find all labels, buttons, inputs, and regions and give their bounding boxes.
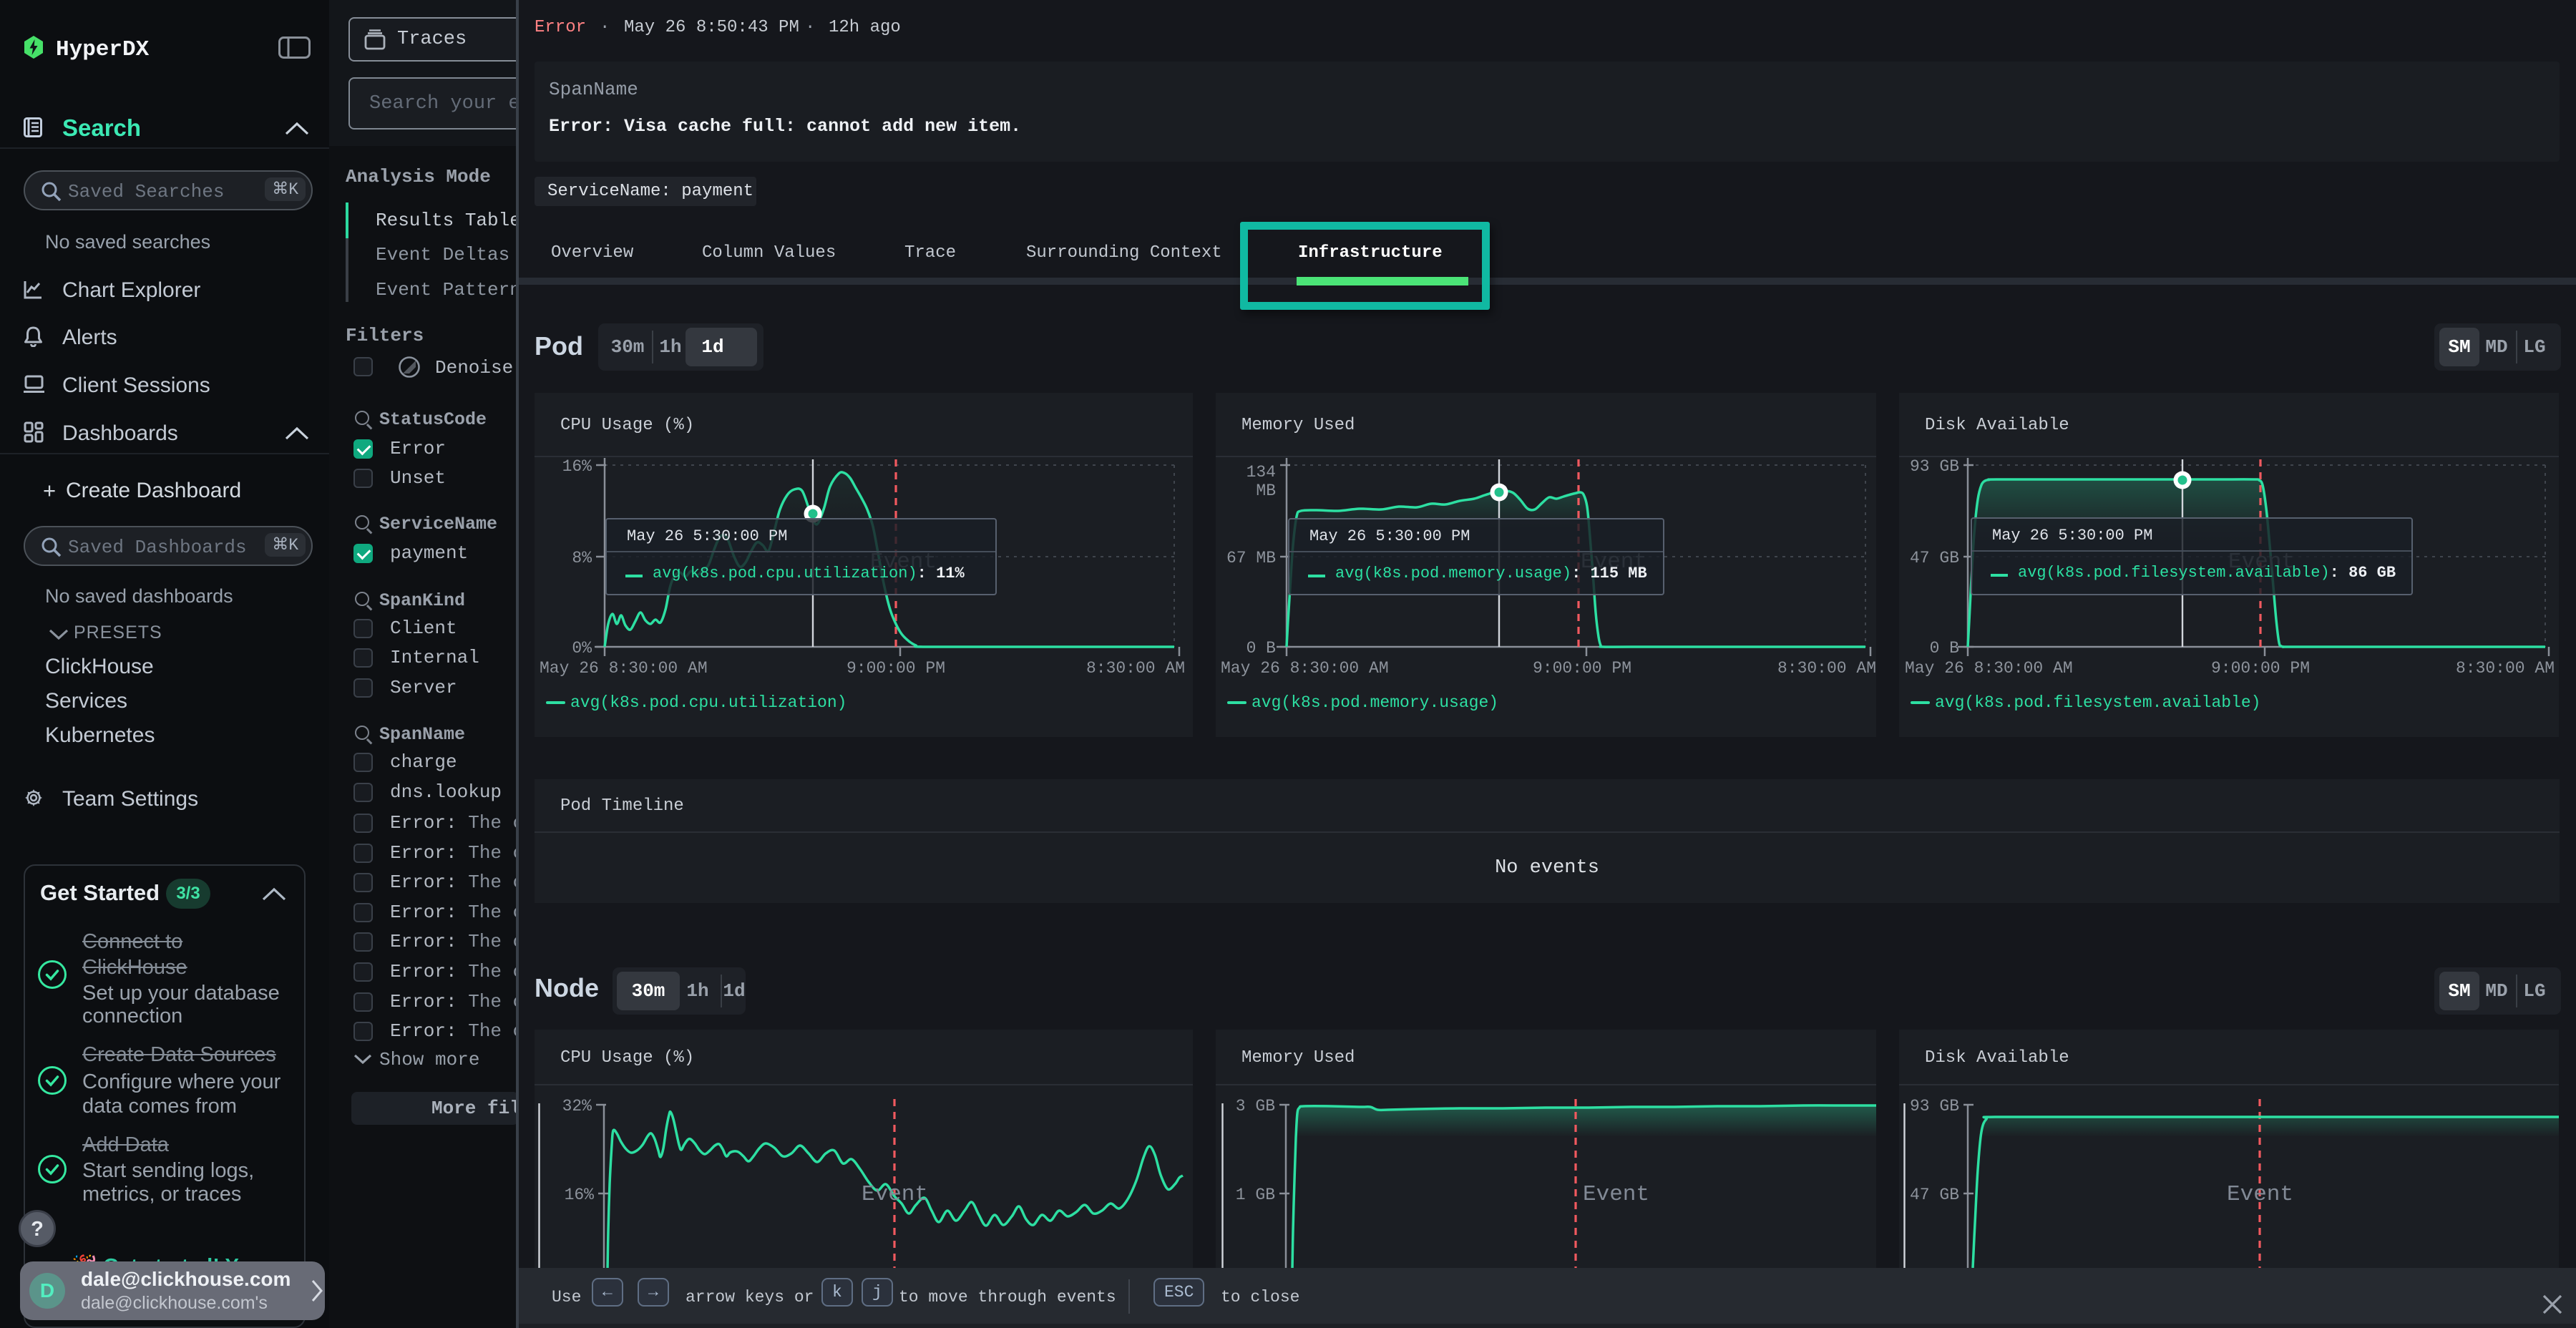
svg-text:67 MB: 67 MB bbox=[1226, 549, 1276, 567]
svg-text:1 GB: 1 GB bbox=[1236, 1186, 1275, 1204]
svg-text:32%: 32% bbox=[562, 1097, 592, 1115]
svg-text:0 B: 0 B bbox=[1246, 639, 1276, 658]
svg-text:May 26 8:30:00 AM: May 26 8:30:00 AM bbox=[1905, 659, 2073, 678]
svg-text:47 GB: 47 GB bbox=[1910, 1186, 1959, 1204]
svg-text:8:30:00 AM: 8:30:00 AM bbox=[2456, 659, 2555, 678]
svg-text:MB: MB bbox=[1256, 482, 1276, 500]
svg-text:47 GB: 47 GB bbox=[1910, 549, 1959, 567]
svg-text:9:00:00 PM: 9:00:00 PM bbox=[2211, 659, 2310, 678]
svg-text:16%: 16% bbox=[562, 457, 592, 476]
svg-text:9:00:00 PM: 9:00:00 PM bbox=[1533, 659, 1631, 678]
svg-text:134: 134 bbox=[1246, 463, 1276, 482]
svg-text:8:30:00 AM: 8:30:00 AM bbox=[1777, 659, 1876, 678]
svg-text:0%: 0% bbox=[572, 639, 592, 658]
svg-text:93 GB: 93 GB bbox=[1910, 1097, 1959, 1115]
svg-text:3 GB: 3 GB bbox=[1236, 1097, 1275, 1115]
svg-text:16%: 16% bbox=[565, 1186, 595, 1204]
svg-text:0 B: 0 B bbox=[1930, 639, 1959, 658]
svg-text:May 26 8:30:00 AM: May 26 8:30:00 AM bbox=[540, 659, 708, 678]
svg-text:93 GB: 93 GB bbox=[1910, 457, 1959, 476]
svg-text:8%: 8% bbox=[572, 549, 592, 567]
svg-text:May 26 8:30:00 AM: May 26 8:30:00 AM bbox=[1221, 659, 1389, 678]
svg-text:9:00:00 PM: 9:00:00 PM bbox=[847, 659, 945, 678]
svg-text:8:30:00 AM: 8:30:00 AM bbox=[1086, 659, 1185, 678]
